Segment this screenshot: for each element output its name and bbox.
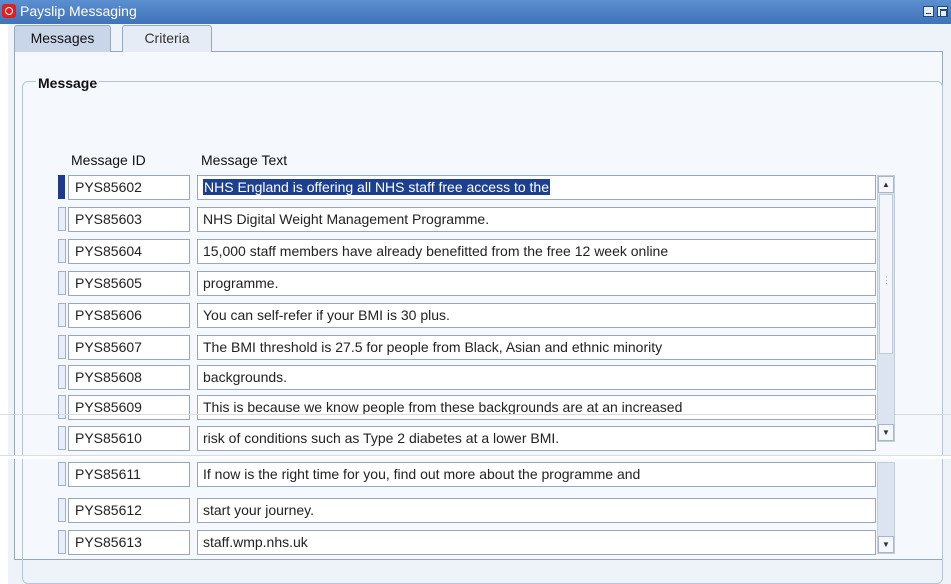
message-id-field[interactable]: PYS85606	[68, 303, 190, 328]
record-indicator[interactable]	[58, 207, 66, 231]
group-title: Message	[36, 74, 100, 92]
scroll-up-icon[interactable]: ▲	[878, 176, 894, 193]
message-id-field[interactable]: PYS85603	[68, 207, 190, 232]
record-indicator[interactable]	[58, 303, 66, 327]
message-id-field[interactable]: PYS85612	[68, 498, 190, 523]
message-text-field[interactable]: start your journey.	[197, 498, 876, 523]
tab-messages[interactable]: Messages	[14, 25, 111, 52]
selected-text: NHS England is offering all NHS staff fr…	[203, 179, 550, 195]
scroll-down-icon[interactable]: ▼	[878, 536, 894, 553]
message-id-field[interactable]: PYS85608	[68, 365, 190, 390]
scroll-down-icon[interactable]: ▼	[878, 424, 894, 441]
title-bar: Payslip Messaging	[0, 0, 951, 24]
message-text-field[interactable]: staff.wmp.nhs.uk	[197, 530, 876, 555]
vertical-scrollbar[interactable]: ▲ ⋮ ▼	[877, 175, 895, 442]
record-indicator[interactable]	[58, 175, 65, 199]
message-text-field[interactable]: NHS England is offering all NHS staff fr…	[197, 175, 876, 200]
message-text-field[interactable]: The BMI threshold is 27.5 for people fro…	[197, 335, 876, 360]
message-text-field[interactable]: risk of conditions such as Type 2 diabet…	[197, 426, 876, 451]
message-text-field[interactable]: This is because we know people from thes…	[197, 395, 876, 420]
message-id-field[interactable]: PYS85605	[68, 271, 190, 296]
message-text-field[interactable]: If now is the right time for you, find o…	[197, 462, 876, 487]
message-text-field[interactable]: backgrounds.	[197, 365, 876, 390]
record-indicator[interactable]	[58, 462, 66, 486]
column-header-message-text: Message Text	[201, 152, 288, 168]
message-text-field[interactable]: NHS Digital Weight Management Programme.	[197, 207, 876, 232]
tab-criteria[interactable]: Criteria	[122, 25, 212, 52]
message-text-field[interactable]: programme.	[197, 271, 876, 296]
seam-line	[0, 414, 951, 415]
message-id-field[interactable]: PYS85609	[68, 395, 190, 420]
record-indicator[interactable]	[58, 365, 66, 389]
record-indicator[interactable]	[58, 530, 66, 554]
oracle-logo-icon	[2, 4, 16, 18]
record-indicator[interactable]	[58, 498, 66, 522]
message-text-field[interactable]: You can self-refer if your BMI is 30 plu…	[197, 303, 876, 328]
message-id-field[interactable]: PYS85613	[68, 530, 190, 555]
message-id-field[interactable]: PYS85610	[68, 426, 190, 451]
record-indicator[interactable]	[58, 335, 66, 359]
message-id-field[interactable]: PYS85607	[68, 335, 190, 360]
seam-line	[0, 455, 951, 456]
scrollbar-grip-icon: ⋮	[882, 275, 891, 285]
maximize-icon[interactable]	[937, 6, 948, 17]
message-id-field[interactable]: PYS85611	[68, 462, 190, 487]
minimize-icon[interactable]	[923, 6, 934, 17]
record-indicator[interactable]	[58, 395, 66, 419]
message-text-field[interactable]: 15,000 staff members have already benefi…	[197, 239, 876, 264]
window-title: Payslip Messaging	[20, 3, 137, 19]
record-indicator[interactable]	[58, 239, 66, 263]
column-header-message-id: Message ID	[71, 152, 146, 168]
message-id-field[interactable]: PYS85604	[68, 239, 190, 264]
record-indicator[interactable]	[58, 271, 66, 295]
scrollbar-thumb[interactable]	[879, 194, 893, 354]
record-indicator[interactable]	[58, 426, 66, 450]
vertical-scrollbar-lower[interactable]: ▼	[877, 462, 895, 554]
message-id-field[interactable]: PYS85602	[68, 175, 190, 200]
